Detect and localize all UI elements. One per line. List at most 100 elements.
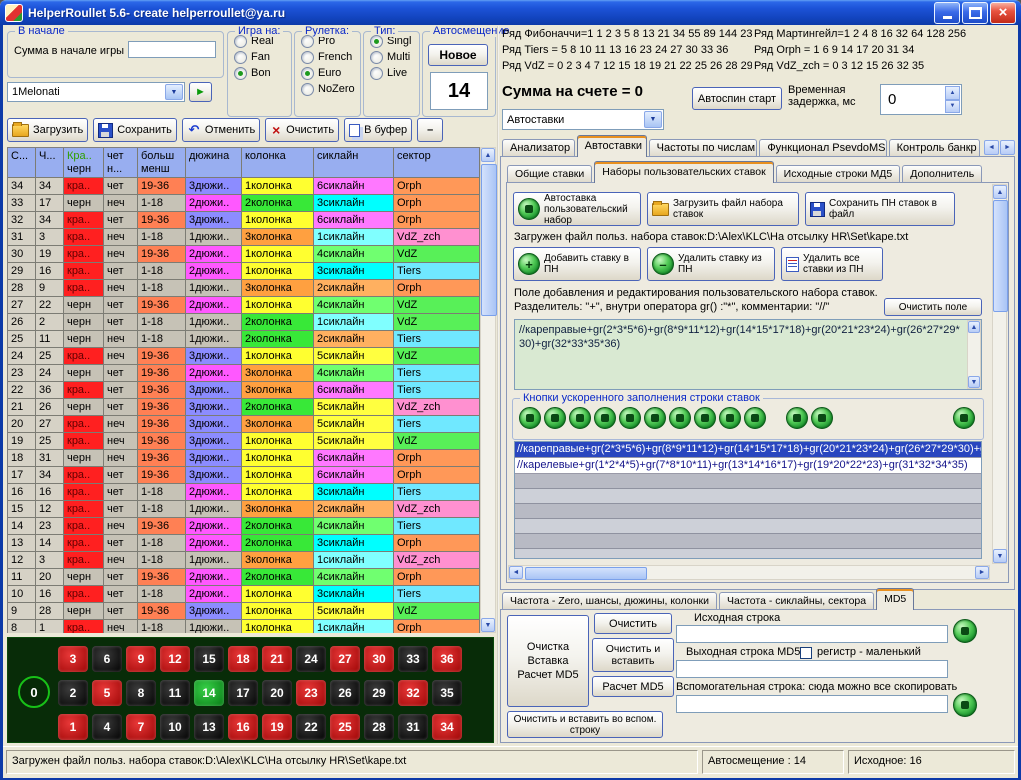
- table-row[interactable]: 1016кра..чет1-182дюжи..1колонка3сиклайнT…: [8, 586, 480, 603]
- scroll-thumb[interactable]: [993, 200, 1008, 312]
- table-row[interactable]: 1314кра..чет1-182дюжи..2колонка3сиклайнO…: [8, 535, 480, 552]
- scroll-thumb[interactable]: [481, 164, 497, 316]
- bet-set-list[interactable]: //кареправые+gr(2*3*5*6)+gr(8*9*11*12)+g…: [514, 441, 982, 559]
- bet-edit-field[interactable]: //кареправые+gr(2*3*5*6)+gr(8*9*11*12)+g…: [514, 319, 982, 390]
- quick-fill-button-11[interactable]: [786, 407, 808, 429]
- tab-1[interactable]: Частота - Zero, шансы, дюжины, колонки: [502, 592, 717, 610]
- roulette-cell-10[interactable]: 10: [160, 714, 190, 740]
- roulette-cell-35[interactable]: 35: [432, 680, 462, 706]
- scroll-thumb[interactable]: [525, 567, 647, 580]
- delay-spinner[interactable]: 0: [880, 84, 962, 115]
- add-bet-button[interactable]: Добавить ставку в ПН: [513, 247, 641, 281]
- md5-all-in-one-button[interactable]: Очистка Вставка Расчет MD5: [507, 615, 589, 707]
- md5-clear-paste-button[interactable]: Очистить и вставить: [592, 638, 674, 672]
- roulette-cell-33[interactable]: 33: [398, 646, 428, 672]
- spin-down-icon[interactable]: [945, 100, 960, 114]
- tab-2[interactable]: Частота - сиклайны, сектора: [719, 592, 874, 610]
- tab-5[interactable]: Контроль банкр: [889, 139, 980, 157]
- radio-live[interactable]: Live: [370, 66, 419, 80]
- clear-button[interactable]: Очистить: [265, 118, 339, 142]
- load-button[interactable]: Загрузить: [7, 118, 88, 142]
- md5-clear-button[interactable]: Очистить: [594, 613, 672, 634]
- quick-fill-button-1[interactable]: [519, 407, 541, 429]
- table-row[interactable]: 3434кра..чет19-363дюжи..1колонка6сиклайн…: [8, 178, 480, 195]
- roulette-cell-8[interactable]: 8: [126, 680, 156, 706]
- quick-fill-button-10[interactable]: [744, 407, 766, 429]
- table-row[interactable]: 1616кра..чет1-182дюжи..1колонка3сиклайнT…: [8, 484, 480, 501]
- table-row[interactable]: 2324чернчет19-362дюжи..3колонка4сиклайнT…: [8, 365, 480, 382]
- quick-fill-button-5[interactable]: [619, 407, 641, 429]
- radio-nozero[interactable]: NoZero: [301, 82, 360, 96]
- new-number-button[interactable]: Новое: [428, 44, 488, 66]
- roulette-cell-0[interactable]: 0: [18, 676, 50, 708]
- bet-list-item[interactable]: //кареправые+gr(2*3*5*6)+gr(8*9*11*12)+g…: [515, 442, 981, 458]
- table-row[interactable]: 1512кра..чет1-181дюжи..3колонка2сиклайнV…: [8, 501, 480, 518]
- table-row[interactable]: 1120чернчет19-362дюжи..2колонка4сиклайнO…: [8, 569, 480, 586]
- radio-euro[interactable]: Euro: [301, 66, 360, 80]
- md5-source-action-button[interactable]: [953, 619, 977, 643]
- table-row[interactable]: 2511черннеч1-181дюжи..2колонка2сиклайнTi…: [8, 331, 480, 348]
- tab-4[interactable]: Функционал PsevdoMS: [759, 139, 886, 157]
- bet-list-item[interactable]: //карелевые+gr(1*2*4*5)+gr(7*8*10*11)+gr…: [515, 458, 981, 474]
- roulette-cell-1[interactable]: 1: [58, 714, 88, 740]
- roulette-cell-15[interactable]: 15: [194, 646, 224, 672]
- quick-fill-button-12[interactable]: [811, 407, 833, 429]
- roulette-cell-32[interactable]: 32: [398, 680, 428, 706]
- quick-fill-button-6[interactable]: [644, 407, 666, 429]
- roulette-cell-2[interactable]: 2: [58, 680, 88, 706]
- collapse-button[interactable]: –: [417, 118, 443, 142]
- chevron-down-icon[interactable]: [165, 84, 183, 100]
- tab-3[interactable]: MD5: [876, 588, 914, 610]
- scroll-up-icon[interactable]: [481, 148, 495, 162]
- source-string-input[interactable]: [676, 625, 948, 643]
- tab-4[interactable]: Дополнитель: [902, 165, 982, 183]
- roulette-cell-12[interactable]: 12: [160, 646, 190, 672]
- roulette-cell-14[interactable]: 14: [194, 680, 224, 706]
- play-button[interactable]: [189, 82, 212, 102]
- tab-3[interactable]: Исходные строки МД5: [776, 165, 901, 183]
- autobet-custom-set-button[interactable]: Автоставка пользовательский набор: [513, 192, 641, 226]
- quick-fill-button-8[interactable]: [694, 407, 716, 429]
- output-string-input[interactable]: [676, 660, 948, 678]
- roulette-cell-34[interactable]: 34: [432, 714, 462, 740]
- table-row[interactable]: 2236кра..чет19-363дюжи..3колонка6сиклайн…: [8, 382, 480, 399]
- radio-multi[interactable]: Multi: [370, 50, 419, 64]
- remove-all-bets-button[interactable]: Удалить все ставки из ПН: [781, 247, 883, 281]
- load-bet-set-button[interactable]: Загрузить файл набора ставок: [647, 192, 799, 226]
- roulette-cell-7[interactable]: 7: [126, 714, 156, 740]
- roulette-cell-13[interactable]: 13: [194, 714, 224, 740]
- table-row[interactable]: 3234кра..чет19-363дюжи..1колонка6сиклайн…: [8, 212, 480, 229]
- quick-fill-button-9[interactable]: [719, 407, 741, 429]
- roulette-cell-21[interactable]: 21: [262, 646, 292, 672]
- roulette-cell-17[interactable]: 17: [228, 680, 258, 706]
- md5-calc-button[interactable]: Расчет MD5: [592, 676, 674, 697]
- table-row[interactable]: 81кра..неч1-181дюжи..1колонка1сиклайнOrp…: [8, 620, 480, 633]
- quick-fill-button-7[interactable]: [669, 407, 691, 429]
- table-row[interactable]: 928чернчет19-363дюжи..1колонка5сиклайнVd…: [8, 603, 480, 620]
- roulette-cell-27[interactable]: 27: [330, 646, 360, 672]
- table-row[interactable]: 3317черннеч1-182дюжи..2колонка3сиклайнOr…: [8, 195, 480, 212]
- table-row[interactable]: 1734кра..чет19-363дюжи..1колонка6сиклайн…: [8, 467, 480, 484]
- tab-scroll-left-icon[interactable]: [984, 140, 999, 155]
- table-scrollbar[interactable]: [480, 147, 496, 633]
- copy-button[interactable]: В буфер: [344, 118, 412, 142]
- table-row[interactable]: 1925кра..неч19-363дюжи..1колонка5сиклайн…: [8, 433, 480, 450]
- roulette-cell-5[interactable]: 5: [92, 680, 122, 706]
- aux-string-input[interactable]: [676, 695, 948, 713]
- edit-field-scrollbar[interactable]: [967, 320, 981, 389]
- panel-hscrollbar[interactable]: [508, 565, 990, 580]
- roulette-cell-24[interactable]: 24: [296, 646, 326, 672]
- scroll-down-icon[interactable]: [993, 549, 1007, 563]
- save-bet-set-button[interactable]: Сохранить ПН ставок в файл: [805, 192, 955, 226]
- radio-bon[interactable]: Bon: [234, 66, 291, 80]
- roulette-cell-30[interactable]: 30: [364, 646, 394, 672]
- table-row[interactable]: 2916кра..чет1-182дюжи..1колонка3сиклайнT…: [8, 263, 480, 280]
- table-row[interactable]: 123кра..неч1-181дюжи..3колонка1сиклайнVd…: [8, 552, 480, 569]
- roulette-cell-22[interactable]: 22: [296, 714, 326, 740]
- radio-french[interactable]: French: [301, 50, 360, 64]
- roulette-cell-36[interactable]: 36: [432, 646, 462, 672]
- table-row[interactable]: 289кра..неч1-181дюжи..3колонка2сиклайнOr…: [8, 280, 480, 297]
- close-button[interactable]: [990, 2, 1016, 24]
- clear-field-button[interactable]: Очистить поле: [884, 298, 982, 316]
- chevron-down-icon[interactable]: [644, 111, 662, 128]
